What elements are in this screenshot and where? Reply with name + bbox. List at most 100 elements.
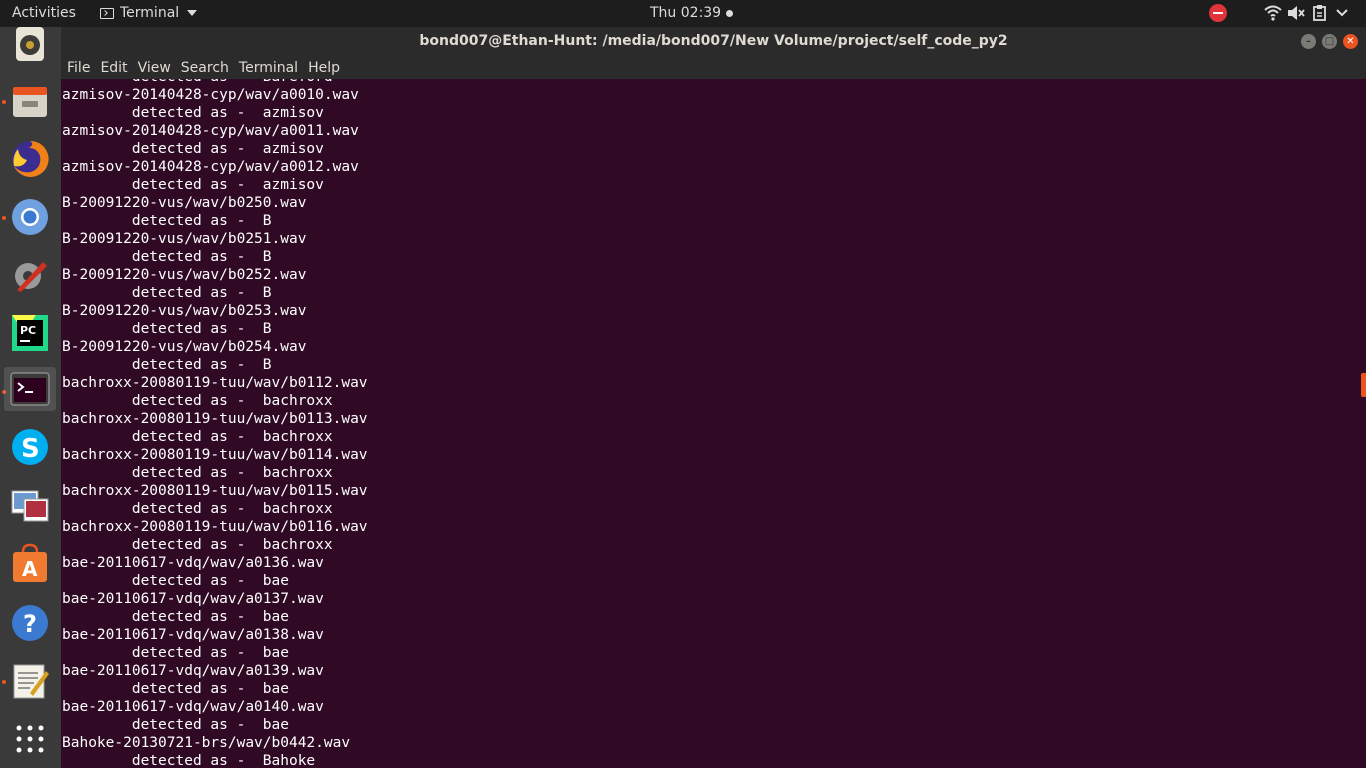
activities-button[interactable]: Activities: [12, 5, 76, 21]
clock[interactable]: Thu 02:39: [650, 5, 734, 21]
terminal-line: bachroxx-20080119-tuu/wav/b0115.wav: [62, 483, 368, 499]
terminal-line: detected as - bae: [62, 717, 289, 733]
rhythmbox-icon: [16, 27, 44, 61]
window-titlebar[interactable]: bond007@Ethan-Hunt: /media/bond007/New V…: [61, 27, 1366, 56]
running-indicator: [2, 100, 6, 104]
terminal-line: B-20091220-vus/wav/b0251.wav: [62, 231, 307, 247]
terminal-line: Bahoke-20130721-brs/wav/b0442.wav: [62, 735, 351, 751]
pycharm-icon: PC: [12, 315, 48, 351]
image-viewer-icon: [11, 490, 49, 522]
terminal-line: bae-20110617-vdq/wav/a0139.wav: [62, 663, 324, 679]
skype-icon: S: [12, 429, 48, 465]
launcher: PC S A ?: [0, 27, 61, 768]
minimize-button[interactable]: –: [1301, 34, 1316, 49]
menubar: File Edit View Search Terminal Help: [61, 56, 1366, 79]
terminal-line: detected as - bachroxx: [62, 393, 333, 409]
wifi-icon[interactable]: [1264, 4, 1282, 22]
chevron-down-icon[interactable]: [1336, 8, 1348, 18]
notification-dot-icon: [726, 9, 734, 17]
launcher-item-skype[interactable]: S: [8, 425, 52, 469]
terminal-line: detected as - azmisov: [62, 141, 324, 157]
close-button[interactable]: ✕: [1343, 34, 1358, 49]
terminal-line: bae-20110617-vdq/wav/a0140.wav: [62, 699, 324, 715]
files-icon: [13, 87, 47, 117]
terminal-line: detected as - B: [62, 285, 272, 301]
scrollbar-thumb[interactable]: [1361, 373, 1366, 397]
terminal-line: B-20091220-vus/wav/b0252.wav: [62, 267, 307, 283]
software-center-icon: A: [13, 543, 47, 582]
terminal-line: bachroxx-20080119-tuu/wav/b0114.wav: [62, 447, 368, 463]
launcher-item-chromium[interactable]: [8, 195, 52, 239]
launcher-item-help[interactable]: ?: [8, 601, 52, 645]
terminal-line: detected as - B: [62, 213, 272, 229]
launcher-item-image-viewer[interactable]: [8, 483, 52, 527]
top-panel: Activities Terminal Thu 02:39: [0, 0, 1366, 27]
launcher-item-terminal[interactable]: [4, 367, 56, 411]
menu-help[interactable]: Help: [308, 60, 340, 76]
volume-muted-icon[interactable]: [1286, 4, 1306, 22]
terminal-line: detected as - bae: [62, 573, 289, 589]
help-icon: ?: [12, 605, 48, 641]
app-menu-label: Terminal: [120, 5, 180, 21]
terminal-line: detected as - bachroxx: [62, 429, 333, 445]
chromium-icon: [12, 199, 48, 235]
terminal-line: detected as - B: [62, 321, 272, 337]
grid-icon: [16, 725, 44, 753]
terminal-small-icon: [100, 7, 114, 19]
svg-text:PC: PC: [20, 324, 36, 337]
settings-wrench-icon: [15, 262, 47, 292]
terminal-line: detected as - bachroxx: [62, 501, 333, 517]
window-title: bond007@Ethan-Hunt: /media/bond007/New V…: [419, 33, 1008, 49]
terminal-line: detected as - azmisov: [62, 105, 324, 121]
launcher-item-show-applications[interactable]: [8, 717, 52, 761]
maximize-button[interactable]: □: [1322, 34, 1337, 49]
terminal-lines: detected as - Barefordazmisov-20140428-c…: [62, 79, 368, 768]
menu-edit[interactable]: Edit: [100, 60, 127, 76]
terminal-line: detected as - bae: [62, 609, 289, 625]
terminal-line: bachroxx-20080119-tuu/wav/b0116.wav: [62, 519, 368, 535]
terminal-line: B-20091220-vus/wav/b0253.wav: [62, 303, 307, 319]
menu-search[interactable]: Search: [181, 60, 229, 76]
terminal-line: detected as - Bareford: [62, 79, 368, 86]
menu-view[interactable]: View: [138, 60, 171, 76]
clock-label: Thu 02:39: [650, 5, 722, 21]
terminal-line: bachroxx-20080119-tuu/wav/b0113.wav: [62, 411, 368, 427]
terminal-line: B-20091220-vus/wav/b0250.wav: [62, 195, 307, 211]
terminal-line: detected as - bae: [62, 681, 289, 697]
terminal-line: bae-20110617-vdq/wav/a0137.wav: [62, 591, 324, 607]
terminal-line: azmisov-20140428-cyp/wav/a0011.wav: [62, 123, 359, 139]
terminal-line: azmisov-20140428-cyp/wav/a0010.wav: [62, 87, 359, 103]
terminal-line: B-20091220-vus/wav/b0254.wav: [62, 339, 307, 355]
menu-terminal[interactable]: Terminal: [239, 60, 298, 76]
terminal-line: detected as - B: [62, 357, 272, 373]
svg-text:A: A: [22, 557, 38, 581]
terminal-line: detected as - bae: [62, 645, 289, 661]
terminal-line: bachroxx-20080119-tuu/wav/b0112.wav: [62, 375, 368, 391]
terminal-icon: [10, 372, 50, 406]
app-menu[interactable]: Terminal: [100, 5, 198, 21]
stop-icon[interactable]: [1209, 4, 1227, 22]
launcher-item-firefox[interactable]: [8, 137, 52, 181]
chevron-down-icon: [187, 10, 198, 16]
text-editor-icon: [13, 664, 49, 699]
terminal-line: bae-20110617-vdq/wav/a0136.wav: [62, 555, 324, 571]
terminal-line: detected as - Bahoke: [62, 753, 316, 768]
launcher-item-files[interactable]: [8, 79, 52, 123]
launcher-item-software-center[interactable]: A: [8, 541, 52, 585]
terminal-line: detected as - B: [62, 249, 272, 265]
terminal-line: detected as - bachroxx: [62, 465, 333, 481]
running-indicator: [2, 680, 6, 684]
menu-file[interactable]: File: [67, 60, 90, 76]
clipboard-icon[interactable]: [1312, 4, 1328, 22]
terminal-line: bae-20110617-vdq/wav/a0138.wav: [62, 627, 324, 643]
terminal-output[interactable]: detected as - Barefordazmisov-20140428-c…: [61, 79, 1366, 768]
launcher-item-rhythmbox[interactable]: [8, 21, 52, 65]
running-indicator: [2, 216, 6, 220]
terminal-line: detected as - azmisov: [62, 177, 324, 193]
svg-text:?: ?: [23, 610, 37, 638]
launcher-item-pycharm[interactable]: PC: [8, 311, 52, 355]
launcher-item-text-editor[interactable]: [8, 659, 52, 703]
launcher-item-system-settings[interactable]: [8, 253, 52, 297]
firefox-icon: [12, 140, 49, 177]
svg-text:S: S: [21, 434, 40, 464]
